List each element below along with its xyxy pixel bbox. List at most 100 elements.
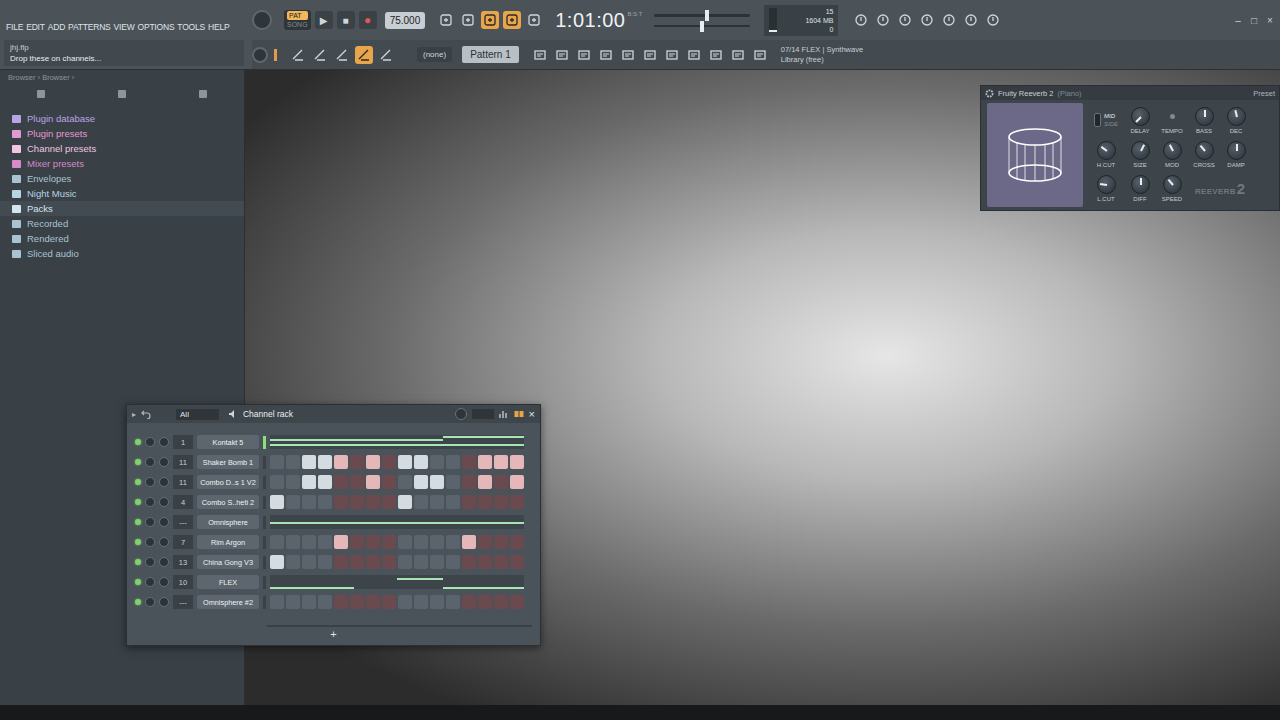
step-button[interactable]	[398, 475, 412, 489]
step-button[interactable]	[430, 475, 444, 489]
channel-select[interactable]: (none)	[417, 47, 452, 62]
step-button[interactable]	[398, 595, 412, 609]
browser-item[interactable]: Night Music	[0, 186, 244, 201]
small-knob[interactable]	[1170, 114, 1175, 119]
record-button[interactable]: ●	[359, 11, 377, 29]
channel-name[interactable]: China Gong V3	[197, 555, 259, 569]
pan-knob[interactable]	[145, 497, 155, 507]
step-button[interactable]	[366, 475, 380, 489]
knob[interactable]	[1195, 141, 1214, 160]
select-indicator[interactable]	[263, 476, 266, 489]
knob[interactable]	[1163, 175, 1182, 194]
menu-item[interactable]: OPTIONS	[138, 22, 175, 40]
mute-led[interactable]	[135, 579, 141, 585]
snap-icon[interactable]	[311, 46, 329, 64]
playlist-icon[interactable]	[531, 46, 549, 64]
step-button[interactable]	[302, 595, 316, 609]
channel-name[interactable]: FLEX	[197, 575, 259, 589]
step-button[interactable]	[318, 475, 332, 489]
time-display[interactable]: 1:01:00B:S:T	[555, 9, 642, 32]
select-indicator[interactable]	[263, 516, 266, 529]
mute-led[interactable]	[135, 439, 141, 445]
reeverb-window[interactable]: Fruity Reeverb 2(Piano)PresetMIDSIDEDELA…	[980, 85, 1280, 211]
swing-knob[interactable]	[455, 408, 467, 420]
pan-knob[interactable]	[145, 597, 155, 607]
mute-led[interactable]	[135, 519, 141, 525]
wait-input-icon[interactable]	[459, 11, 477, 29]
menu-item[interactable]: PATTERNS	[68, 22, 110, 40]
step-button[interactable]	[350, 455, 364, 469]
browser-item[interactable]: Packs	[0, 201, 244, 216]
menu-item[interactable]: VIEW	[114, 22, 135, 40]
pan-knob[interactable]	[145, 517, 155, 527]
step-button[interactable]	[286, 455, 300, 469]
mode-option[interactable]: SONG	[287, 20, 308, 29]
play-button[interactable]: ▶	[315, 11, 333, 29]
channel-name[interactable]: Combo S..heti 2	[197, 495, 259, 509]
piano-roll-preview[interactable]	[270, 515, 524, 529]
select-indicator[interactable]	[263, 496, 266, 509]
step-button[interactable]	[382, 475, 396, 489]
window-control[interactable]: □	[1248, 15, 1260, 26]
step-button[interactable]	[462, 555, 476, 569]
step-button[interactable]	[398, 455, 412, 469]
browser-item[interactable]: Envelopes	[0, 171, 244, 186]
scrollbar[interactable]	[267, 625, 532, 627]
select-indicator[interactable]	[263, 436, 266, 449]
browser-item[interactable]: Sliced audio	[0, 246, 244, 261]
menu-item[interactable]: FILE	[6, 22, 23, 40]
piano-roll-icon[interactable]	[553, 46, 571, 64]
step-button[interactable]	[510, 595, 524, 609]
pan-knob[interactable]	[145, 537, 155, 547]
mute-led[interactable]	[135, 599, 141, 605]
browser-path[interactable]: Browser › Browser ›	[0, 70, 244, 85]
step-button[interactable]	[414, 555, 428, 569]
knob[interactable]	[1131, 141, 1150, 160]
step-button[interactable]	[382, 455, 396, 469]
keyboard-icon[interactable]	[289, 46, 307, 64]
step-button[interactable]	[366, 535, 380, 549]
pattern-song-toggle[interactable]: PATSONG	[284, 10, 311, 30]
browser-item[interactable]: Channel presets	[0, 141, 244, 156]
master-volume-slider[interactable]	[654, 14, 750, 17]
mixer-track[interactable]: 11	[173, 455, 193, 469]
channel-name[interactable]: Kontakt 5	[197, 435, 259, 449]
volume-knob[interactable]	[159, 597, 169, 607]
select-indicator[interactable]	[263, 576, 266, 589]
select-indicator[interactable]	[263, 596, 266, 609]
news-panel[interactable]: 07/14 FLEX | SynthwaveLibrary (free)	[781, 45, 863, 65]
knob[interactable]	[1227, 141, 1246, 160]
step-button[interactable]	[382, 555, 396, 569]
step-button[interactable]	[430, 595, 444, 609]
mixer-track[interactable]: 10	[173, 575, 193, 589]
volume-knob[interactable]	[159, 577, 169, 587]
mute-led[interactable]	[135, 479, 141, 485]
volume-knob[interactable]	[159, 437, 169, 447]
knob[interactable]	[1097, 141, 1116, 160]
channel-rack-window[interactable]: ▸AllChannel rack×1Kontakt 511Shaker Bomb…	[126, 404, 541, 646]
step-button[interactable]	[478, 455, 492, 469]
step-button[interactable]	[398, 495, 412, 509]
mic-icon[interactable]	[896, 11, 914, 29]
step-button[interactable]	[318, 455, 332, 469]
master-pitch-knob[interactable]	[252, 47, 268, 63]
stamp-icon[interactable]	[377, 46, 395, 64]
mode-option[interactable]: PAT	[287, 11, 308, 20]
volume-knob[interactable]	[159, 457, 169, 467]
render-icon[interactable]	[962, 11, 980, 29]
step-button[interactable]	[334, 535, 348, 549]
piano-roll-preview[interactable]	[270, 575, 524, 589]
volume-knob[interactable]	[159, 517, 169, 527]
pan-knob[interactable]	[145, 557, 155, 567]
step-button[interactable]	[494, 495, 508, 509]
select-indicator[interactable]	[263, 456, 266, 469]
link-icon[interactable]	[355, 46, 373, 64]
filter-dropdown[interactable]: All	[176, 409, 219, 420]
step-button[interactable]	[462, 535, 476, 549]
knob[interactable]	[1163, 141, 1182, 160]
step-button[interactable]	[494, 475, 508, 489]
volume-knob[interactable]	[159, 557, 169, 567]
step-button[interactable]	[270, 455, 284, 469]
mode-label[interactable]: SIDE	[1104, 120, 1118, 128]
knob[interactable]	[1195, 107, 1214, 126]
